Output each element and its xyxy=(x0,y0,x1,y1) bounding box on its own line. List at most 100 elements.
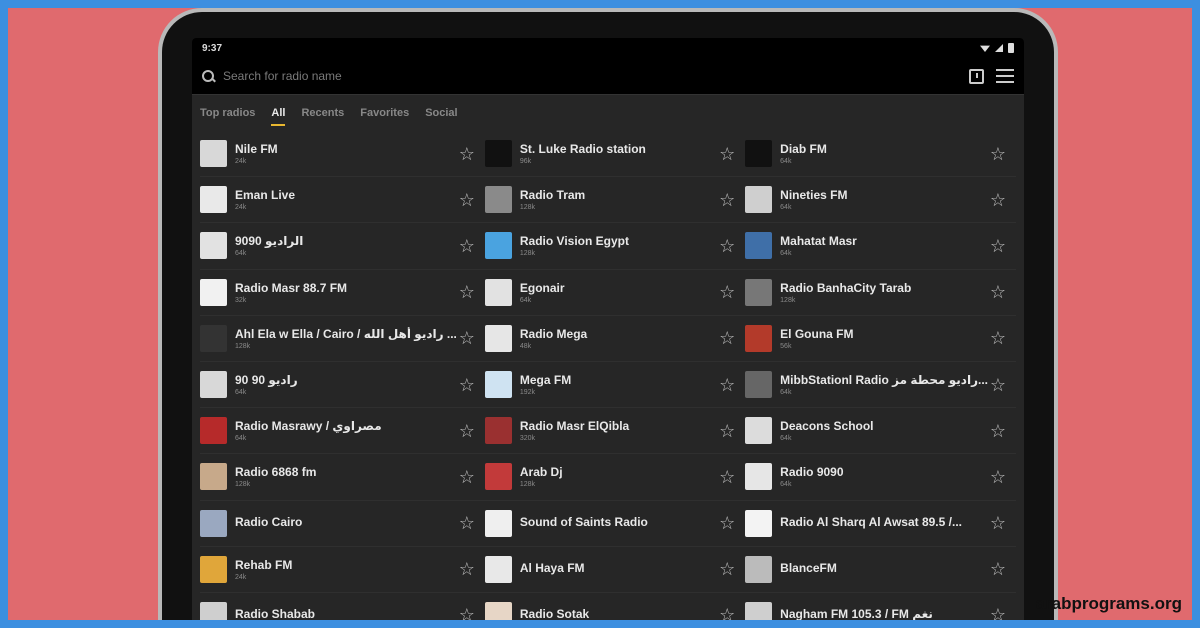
station-row[interactable]: Rehab FM 24k ☆ xyxy=(200,547,485,593)
station-meta: Radio Masr 88.7 FM 32k xyxy=(235,281,457,304)
station-row[interactable]: راديو 90 90 64k ☆ xyxy=(200,362,485,409)
favorite-star-icon[interactable]: ☆ xyxy=(717,329,737,347)
favorite-star-icon[interactable]: ☆ xyxy=(988,376,1008,394)
station-row[interactable]: Mahatat Masr 64k ☆ xyxy=(745,223,1016,270)
station-logo xyxy=(484,555,512,583)
station-row[interactable]: Radio Sotak ☆ xyxy=(484,593,745,620)
favorite-star-icon[interactable]: ☆ xyxy=(988,606,1008,620)
station-row[interactable]: Radio Vision Egypt 128k ☆ xyxy=(484,223,746,270)
favorite-star-icon[interactable]: ☆ xyxy=(988,145,1008,163)
station-name: Radio Vision Egypt xyxy=(519,234,629,249)
station-row[interactable]: Mega FM 192k ☆ xyxy=(484,362,746,409)
station-row[interactable]: Arab Dj 128k ☆ xyxy=(484,454,746,501)
tab-top-radios[interactable]: Top radios xyxy=(200,101,255,125)
favorite-star-icon[interactable]: ☆ xyxy=(717,376,737,394)
station-row[interactable]: El Gouna FM 56k ☆ xyxy=(745,316,1016,362)
station-row[interactable]: Al Haya FM ☆ xyxy=(484,547,746,593)
favorite-star-icon[interactable]: ☆ xyxy=(717,560,737,578)
station-bitrate: 128k xyxy=(235,342,251,350)
favorite-star-icon[interactable]: ☆ xyxy=(457,283,477,301)
favorite-star-icon[interactable]: ☆ xyxy=(988,514,1008,532)
station-name: Nineties FM xyxy=(780,188,848,203)
favorite-star-icon[interactable]: ☆ xyxy=(717,283,737,301)
station-logo xyxy=(745,601,773,620)
station-bitrate: 128k xyxy=(519,204,536,212)
station-bitrate: 64k xyxy=(780,481,792,489)
station-row[interactable]: Radio Masrawy / مصراوي 64k ☆ xyxy=(200,408,485,455)
favorite-star-icon[interactable]: ☆ xyxy=(457,514,477,532)
station-bitrate: 128k xyxy=(519,250,536,258)
station-row[interactable]: Radio BanhaCity Tarab 128k ☆ xyxy=(745,270,1016,316)
station-bitrate: 64k xyxy=(235,250,247,258)
station-name: Radio BanhaCity Tarab xyxy=(780,280,912,295)
tab-all[interactable]: All xyxy=(271,101,286,126)
favorite-star-icon[interactable]: ☆ xyxy=(457,422,477,440)
station-row[interactable]: Radio Al Sharq Al Awsat 89.5 /... ☆ xyxy=(745,501,1016,547)
station-bitrate: 320k xyxy=(519,435,536,443)
favorite-star-icon[interactable]: ☆ xyxy=(457,329,477,347)
station-name: الراديو 9090 xyxy=(235,234,304,249)
favorite-star-icon[interactable]: ☆ xyxy=(457,145,477,163)
search-icon[interactable] xyxy=(202,69,215,83)
sleep-timer-icon[interactable] xyxy=(969,68,984,84)
favorite-star-icon[interactable]: ☆ xyxy=(988,237,1008,255)
station-row[interactable]: Egonair 64k ☆ xyxy=(484,270,746,316)
tab-favorites[interactable]: Favorites xyxy=(360,101,409,125)
station-row[interactable]: Ahl Ela w Ella / Cairo / راديو أهل الله … xyxy=(200,316,485,362)
favorite-star-icon[interactable]: ☆ xyxy=(988,422,1008,440)
favorite-star-icon[interactable]: ☆ xyxy=(457,468,477,486)
favorite-star-icon[interactable]: ☆ xyxy=(988,191,1008,209)
favorite-star-icon[interactable]: ☆ xyxy=(988,283,1008,301)
search-input[interactable] xyxy=(223,69,969,83)
station-row[interactable]: MibbStationl Radio راديو محطة مز... 64k ☆ xyxy=(745,362,1016,409)
favorite-star-icon[interactable]: ☆ xyxy=(457,191,477,209)
station-meta: Radio Vision Egypt 128k xyxy=(520,234,717,257)
station-row[interactable]: Nile FM 24k ☆ xyxy=(200,131,485,178)
station-name: Rehab FM xyxy=(235,557,293,572)
station-logo xyxy=(745,371,773,399)
favorite-star-icon[interactable]: ☆ xyxy=(988,560,1008,578)
station-row[interactable]: Radio Mega 48k ☆ xyxy=(484,316,746,362)
favorite-star-icon[interactable]: ☆ xyxy=(457,237,477,255)
favorite-star-icon[interactable]: ☆ xyxy=(717,514,737,532)
station-row[interactable]: Radio 9090 64k ☆ xyxy=(745,454,1016,501)
station-row[interactable]: BlanceFM ☆ xyxy=(745,547,1016,593)
station-row[interactable]: Radio 6868 fm 128k ☆ xyxy=(200,454,485,501)
station-row[interactable]: Diab FM 64k ☆ xyxy=(745,131,1016,178)
favorite-star-icon[interactable]: ☆ xyxy=(717,237,737,255)
station-row[interactable]: Radio Tram 128k ☆ xyxy=(484,177,746,224)
station-logo xyxy=(484,186,512,214)
favorite-star-icon[interactable]: ☆ xyxy=(988,468,1008,486)
station-row[interactable]: Radio Masr ElQibla 320k ☆ xyxy=(484,408,746,455)
station-row[interactable]: St. Luke Radio station 96k ☆ xyxy=(484,131,746,178)
station-row[interactable]: Nineties FM 64k ☆ xyxy=(745,177,1016,224)
station-row[interactable]: Radio Shabab ☆ xyxy=(200,593,485,620)
station-name: Radio Tram xyxy=(519,188,586,203)
station-logo xyxy=(484,278,512,306)
favorite-star-icon[interactable]: ☆ xyxy=(717,468,737,486)
station-row[interactable]: Deacons School 64k ☆ xyxy=(745,408,1016,455)
favorite-star-icon[interactable]: ☆ xyxy=(457,376,477,394)
station-name: Arab Dj xyxy=(519,465,563,480)
station-row[interactable]: Radio Cairo ☆ xyxy=(200,501,485,547)
favorite-star-icon[interactable]: ☆ xyxy=(457,560,477,578)
station-row[interactable]: Radio Masr 88.7 FM 32k ☆ xyxy=(200,270,485,316)
favorite-star-icon[interactable]: ☆ xyxy=(717,422,737,440)
station-row[interactable]: Nagham FM 105.3 / FM نغم ☆ xyxy=(745,593,1016,620)
station-logo xyxy=(200,417,227,445)
favorite-star-icon[interactable]: ☆ xyxy=(988,329,1008,347)
menu-icon[interactable] xyxy=(996,69,1014,83)
station-list: Nile FM 24k ☆ St. Luke Radio station 96k ☆ Dia… xyxy=(192,131,1024,620)
station-logo xyxy=(745,186,773,214)
favorite-star-icon[interactable]: ☆ xyxy=(717,606,737,620)
favorite-star-icon[interactable]: ☆ xyxy=(457,606,477,620)
station-name: Mahatat Masr xyxy=(780,234,857,249)
station-meta: Radio Shabab xyxy=(235,607,457,620)
tab-social[interactable]: Social xyxy=(425,101,457,125)
station-row[interactable]: Sound of Saints Radio ☆ xyxy=(484,501,746,547)
tab-recents[interactable]: Recents xyxy=(301,101,344,125)
favorite-star-icon[interactable]: ☆ xyxy=(717,145,737,163)
station-row[interactable]: الراديو 9090 64k ☆ xyxy=(200,223,485,270)
favorite-star-icon[interactable]: ☆ xyxy=(717,191,737,209)
station-row[interactable]: Eman Live 24k ☆ xyxy=(200,177,485,224)
